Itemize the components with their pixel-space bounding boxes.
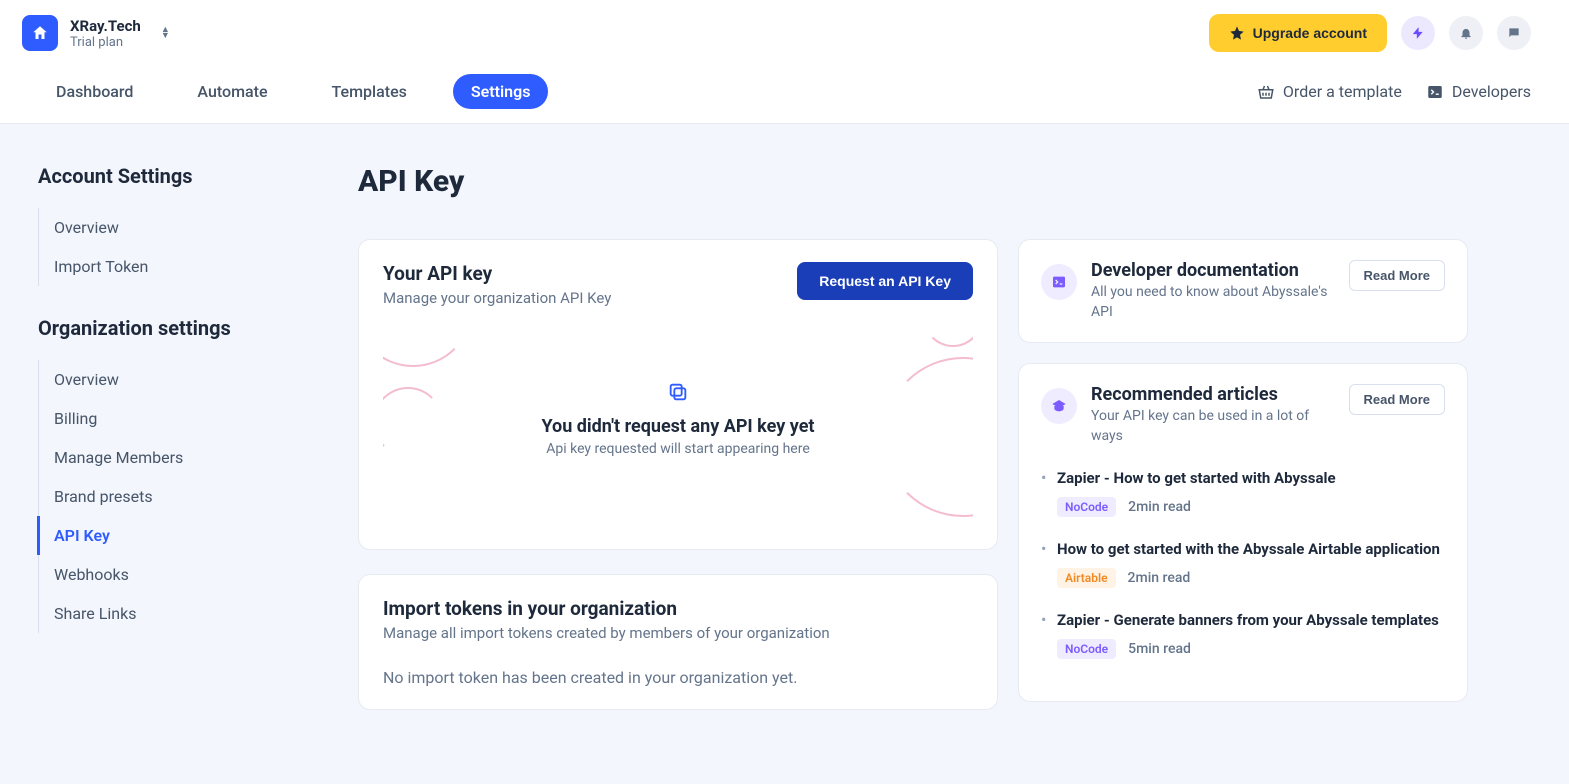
chat-icon[interactable] (1497, 16, 1531, 50)
sidebar-item-share-links[interactable]: Share Links (37, 594, 318, 633)
bell-icon[interactable] (1449, 16, 1483, 50)
copy-icon (664, 378, 692, 406)
sidebar-item-org-overview[interactable]: Overview (37, 360, 318, 399)
article-title: Zapier - How to get started with Abyssal… (1057, 468, 1445, 489)
article-tag: NoCode (1057, 639, 1116, 659)
terminal-icon (1426, 83, 1444, 101)
tokens-empty-text: No import token has been created in your… (383, 668, 973, 687)
api-card-subtitle: Manage your organization API Key (383, 289, 611, 307)
import-tokens-card: Import tokens in your organization Manag… (358, 574, 998, 710)
org-plan: Trial plan (70, 35, 141, 50)
graduation-icon (1041, 388, 1077, 424)
article-title: Zapier - Generate banners from your Abys… (1057, 610, 1445, 631)
decoration-icon (383, 387, 443, 457)
doc-card-subtitle: All you need to know about Abyssale's AP… (1091, 283, 1335, 322)
sidebar-item-account-overview[interactable]: Overview (37, 208, 318, 247)
api-key-card: Your API key Manage your organization AP… (358, 239, 998, 550)
star-icon (1229, 25, 1245, 41)
order-template-label: Order a template (1283, 82, 1402, 101)
account-settings-heading: Account Settings (38, 164, 318, 188)
article-item[interactable]: Zapier - Generate banners from your Abys… (1041, 610, 1445, 659)
org-selector[interactable]: XRay.Tech Trial plan ▲▼ (22, 15, 170, 51)
page-title: API Key (358, 164, 1531, 199)
upgrade-label: Upgrade account (1253, 25, 1367, 41)
nav-dashboard[interactable]: Dashboard (38, 74, 151, 109)
rec-card-subtitle: Your API key can be used in a lot of way… (1091, 407, 1335, 446)
upgrade-account-button[interactable]: Upgrade account (1209, 14, 1387, 52)
rec-card-title: Recommended articles (1091, 384, 1335, 405)
doc-read-more-button[interactable]: Read More (1349, 260, 1445, 291)
tokens-card-title: Import tokens in your organization (383, 597, 973, 620)
settings-sidebar: Account Settings Overview Import Token O… (38, 164, 318, 784)
api-empty-state: You didn't request any API key yet Api k… (383, 307, 973, 527)
org-settings-heading: Organization settings (38, 316, 318, 340)
doc-card-title: Developer documentation (1091, 260, 1335, 281)
article-readtime: 2min read (1128, 499, 1191, 515)
terminal-icon (1041, 264, 1077, 300)
sidebar-item-import-token[interactable]: Import Token (37, 247, 318, 286)
nav-settings[interactable]: Settings (453, 74, 549, 109)
developers-label: Developers (1452, 82, 1531, 101)
sidebar-item-webhooks[interactable]: Webhooks (37, 555, 318, 594)
sidebar-item-manage-members[interactable]: Manage Members (37, 438, 318, 477)
article-tag: NoCode (1057, 497, 1116, 517)
main-column: API Key Your API key Manage your organiz… (358, 164, 1531, 784)
content-area: Account Settings Overview Import Token O… (0, 124, 1569, 784)
api-empty-sub: Api key requested will start appearing h… (546, 441, 810, 457)
top-header: XRay.Tech Trial plan ▲▼ Upgrade account (0, 0, 1569, 56)
developers-link[interactable]: Developers (1426, 82, 1531, 101)
request-api-key-button[interactable]: Request an API Key (797, 262, 973, 300)
article-list: Zapier - How to get started with Abyssal… (1041, 468, 1445, 659)
org-logo-icon (22, 15, 58, 51)
sidebar-item-billing[interactable]: Billing (37, 399, 318, 438)
nav-templates[interactable]: Templates (314, 74, 425, 109)
order-template-link[interactable]: Order a template (1257, 82, 1402, 101)
article-tag: Airtable (1057, 568, 1116, 588)
sidebar-item-api-key[interactable]: API Key (37, 516, 318, 555)
article-readtime: 2min read (1128, 570, 1191, 586)
main-nav: Dashboard Automate Templates Settings Or… (0, 56, 1569, 124)
bolt-icon[interactable] (1401, 16, 1435, 50)
article-title: How to get started with the Abyssale Air… (1057, 539, 1445, 560)
chevron-updown-icon[interactable]: ▲▼ (161, 27, 170, 39)
decoration-icon (883, 357, 973, 517)
rec-read-more-button[interactable]: Read More (1349, 384, 1445, 415)
decoration-icon (383, 307, 473, 367)
article-item[interactable]: How to get started with the Abyssale Air… (1041, 539, 1445, 588)
developer-doc-card: Developer documentation All you need to … (1018, 239, 1468, 343)
basket-icon (1257, 83, 1275, 101)
api-empty-title: You didn't request any API key yet (541, 416, 814, 437)
api-card-title: Your API key (383, 262, 611, 285)
nav-automate[interactable]: Automate (179, 74, 285, 109)
sidebar-item-brand-presets[interactable]: Brand presets (37, 477, 318, 516)
tokens-card-subtitle: Manage all import tokens created by memb… (383, 624, 973, 642)
recommended-articles-card: Recommended articles Your API key can be… (1018, 363, 1468, 702)
decoration-icon (923, 307, 973, 347)
article-readtime: 5min read (1128, 641, 1191, 657)
org-name: XRay.Tech (70, 17, 141, 35)
article-item[interactable]: Zapier - How to get started with Abyssal… (1041, 468, 1445, 517)
